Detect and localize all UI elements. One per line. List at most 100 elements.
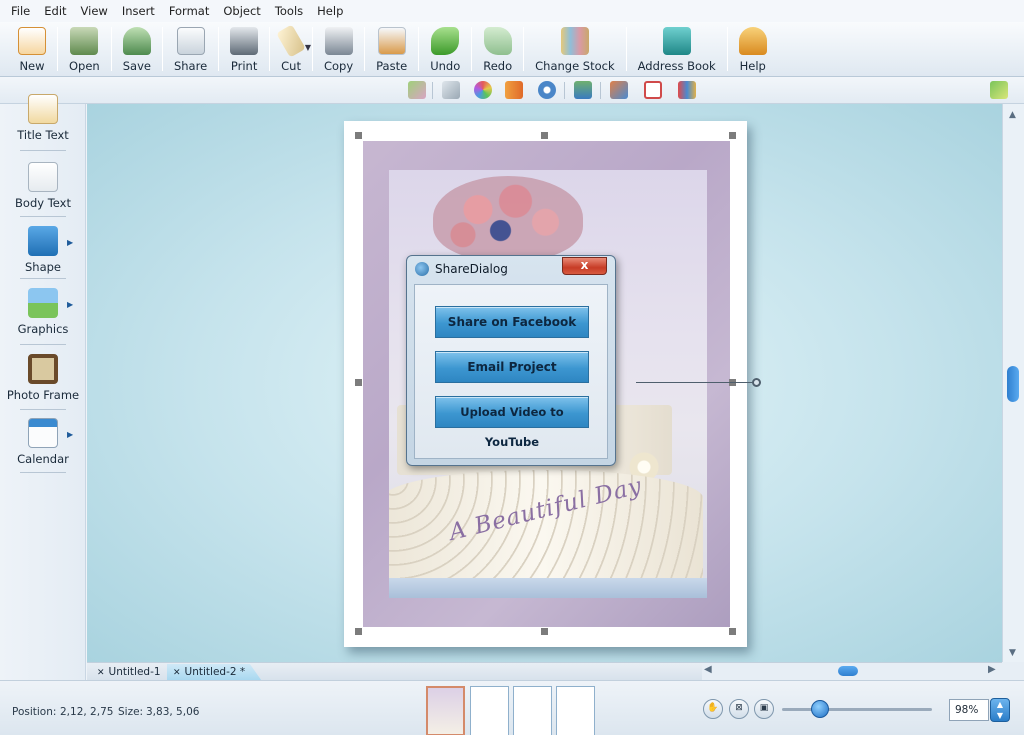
page-thumbnail[interactable] xyxy=(556,686,595,735)
selection-handle[interactable] xyxy=(541,132,548,139)
share-dialog-icon xyxy=(415,262,429,276)
toolbar-separator xyxy=(57,27,58,71)
selection-handle[interactable] xyxy=(355,379,362,386)
printer-icon xyxy=(230,27,259,55)
upload-youtube-button[interactable]: Upload Video to YouTube xyxy=(435,396,589,449)
sidebar-item-calendar[interactable]: Calendar ▶ xyxy=(0,418,86,466)
undo-button[interactable]: Undo xyxy=(422,23,468,76)
print-button[interactable]: Print xyxy=(222,23,266,76)
scroll-right-icon[interactable]: ▶ xyxy=(988,664,996,675)
vertical-scrollbar[interactable]: ▲ ▼ xyxy=(1002,104,1024,662)
graphics-submenu-icon[interactable]: ▶ xyxy=(67,300,73,309)
address-book-button[interactable]: Address Book xyxy=(630,23,724,76)
cut-dropdown-icon[interactable]: ▼ xyxy=(305,43,311,52)
page-thumbnail[interactable] xyxy=(470,686,509,735)
toolbar-separator xyxy=(311,27,313,71)
sidebar-item-body-text[interactable]: Body Text xyxy=(0,162,86,210)
share-button[interactable]: Share xyxy=(166,23,215,76)
selection-handle[interactable] xyxy=(729,132,736,139)
document-tabs: ✕ Untitled-1 ✕ Untitled-2 * xyxy=(87,662,702,680)
eyedropper-icon[interactable] xyxy=(442,81,460,99)
cut-button[interactable]: Cut ▼ xyxy=(273,23,311,76)
flip-icon[interactable] xyxy=(678,81,696,99)
page-thumbnail[interactable] xyxy=(513,686,552,735)
address-book-icon xyxy=(662,27,691,55)
sidebar-item-title-text[interactable]: Title Text xyxy=(0,94,86,142)
paste-button[interactable]: Paste xyxy=(368,23,415,76)
sidebar-separator xyxy=(20,150,66,151)
calendar-submenu-icon[interactable]: ▶ xyxy=(67,430,73,439)
help-button[interactable]: Help xyxy=(731,23,775,76)
undo-icon xyxy=(431,27,460,55)
redo-button[interactable]: Redo xyxy=(475,23,520,76)
zoom-slider-thumb[interactable] xyxy=(811,700,829,718)
selection-handle[interactable] xyxy=(355,628,362,635)
tab-untitled-1[interactable]: ✕ Untitled-1 xyxy=(91,664,169,680)
close-tab-icon[interactable]: ✕ xyxy=(173,668,181,678)
horizontal-scrollbar[interactable]: ◀ ▶ xyxy=(702,662,1002,680)
close-button[interactable]: x xyxy=(562,257,607,275)
pencil-icon[interactable] xyxy=(408,81,426,99)
selection-handle[interactable] xyxy=(355,132,362,139)
paste-icon xyxy=(377,27,406,55)
crop-icon[interactable] xyxy=(644,81,662,99)
sidebar-item-graphics[interactable]: Graphics ▶ xyxy=(0,288,86,336)
scroll-up-icon[interactable]: ▲ xyxy=(1009,110,1016,120)
sidebar-item-photo-frame[interactable]: Photo Frame xyxy=(0,354,86,402)
copy-button[interactable]: Copy xyxy=(316,23,361,76)
format-separator xyxy=(564,82,565,99)
menu-help[interactable]: Help xyxy=(310,4,350,18)
format-separator xyxy=(432,82,433,99)
page-thumbnail[interactable] xyxy=(426,686,465,735)
close-tab-icon[interactable]: ✕ xyxy=(97,668,105,678)
horizontal-scroll-thumb[interactable] xyxy=(838,666,858,676)
email-project-button[interactable]: Email Project xyxy=(435,351,589,383)
zoom-level-input[interactable]: 98% xyxy=(949,699,989,721)
zoom-spinner[interactable]: ▲ ▼ xyxy=(990,698,1010,722)
scroll-corner xyxy=(1002,662,1024,680)
save-button[interactable]: Save xyxy=(115,23,159,76)
zoom-hand-icon[interactable]: ✋ xyxy=(703,699,723,719)
selection-handle[interactable] xyxy=(729,628,736,635)
position-label: Position: xyxy=(12,706,57,718)
selection-handle[interactable] xyxy=(541,628,548,635)
main-toolbar: New Open Save Share Print Cut ▼ Copy Pas… xyxy=(0,22,1024,77)
menu-insert[interactable]: Insert xyxy=(115,4,162,18)
scroll-down-icon[interactable]: ▼ xyxy=(1009,648,1016,658)
scroll-left-icon[interactable]: ◀ xyxy=(704,664,712,675)
object-sidebar: Title Text Body Text Shape ▶ Graphics ▶ … xyxy=(0,94,86,680)
share-facebook-button[interactable]: Share on Facebook xyxy=(435,306,589,338)
menu-file[interactable]: File xyxy=(4,4,37,18)
open-button[interactable]: Open xyxy=(61,23,108,76)
sidebar-item-shape[interactable]: Shape ▶ xyxy=(0,226,86,274)
vertical-scroll-thumb[interactable] xyxy=(1007,366,1019,402)
menu-view[interactable]: View xyxy=(74,4,115,18)
rotation-handle[interactable] xyxy=(752,378,761,387)
toolbar-separator xyxy=(218,27,220,71)
position-value: 2,12, 2,75 xyxy=(60,706,114,718)
menu-edit[interactable]: Edit xyxy=(37,4,73,18)
toolbar-separator xyxy=(523,27,525,71)
menu-format[interactable]: Format xyxy=(162,4,217,18)
zoom-page-icon[interactable]: ▣ xyxy=(754,699,774,719)
new-button[interactable]: New xyxy=(10,23,54,76)
menu-object[interactable]: Object xyxy=(216,4,267,18)
change-stock-button[interactable]: Change Stock xyxy=(527,23,623,76)
tab-untitled-2[interactable]: ✕ Untitled-2 * xyxy=(167,664,262,680)
shape-submenu-icon[interactable]: ▶ xyxy=(67,238,73,247)
zoom-slider-track[interactable] xyxy=(782,708,932,711)
redo-icon xyxy=(483,27,512,55)
sidebar-separator xyxy=(20,409,66,410)
zoom-fit-icon[interactable]: ⊠ xyxy=(729,699,749,719)
effects-icon[interactable] xyxy=(538,81,556,99)
color-wheel-icon[interactable] xyxy=(474,81,492,99)
format-separator xyxy=(600,82,601,99)
align-icon[interactable] xyxy=(505,81,523,99)
dialog-titlebar[interactable]: ShareDialog x xyxy=(407,256,615,280)
menu-bar: File Edit View Insert Format Object Tool… xyxy=(0,0,1024,22)
share-icon xyxy=(176,27,205,55)
menu-tools[interactable]: Tools xyxy=(268,4,310,18)
arrange-icon[interactable] xyxy=(574,81,592,99)
layout-icon[interactable] xyxy=(990,81,1008,99)
group-icon[interactable] xyxy=(610,81,628,99)
